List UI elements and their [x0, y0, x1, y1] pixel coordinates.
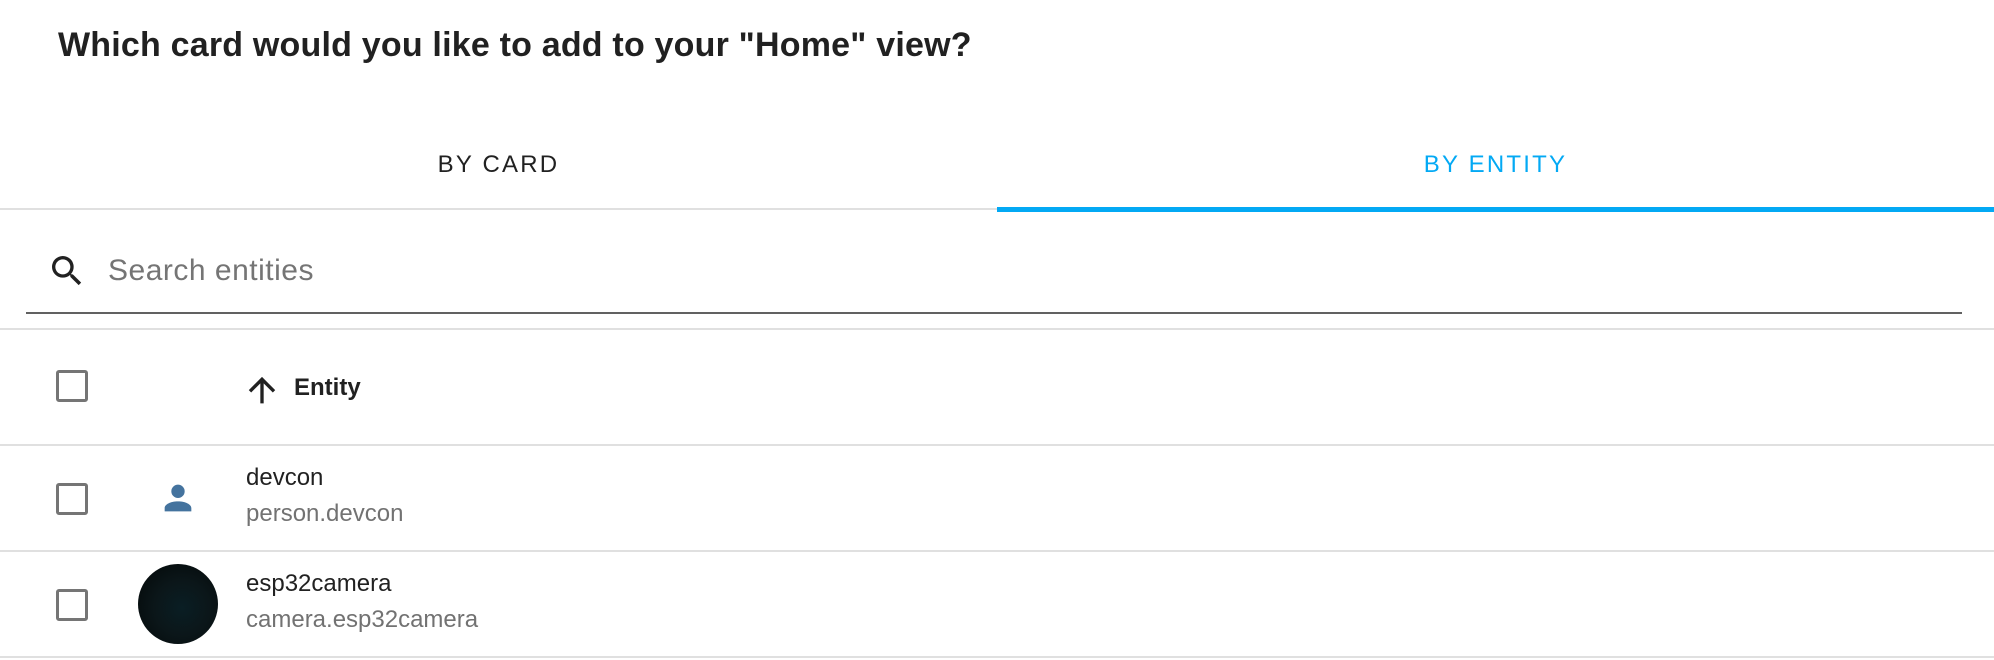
table-row[interactable]: devcon person.devcon: [0, 446, 1994, 552]
entity-table: Entity devcon person.devcon esp32camera …: [0, 328, 1994, 658]
table-header-row: Entity: [0, 330, 1994, 446]
search-icon: [46, 250, 88, 292]
active-tab-indicator: [997, 207, 1994, 212]
camera-snapshot-image: [138, 564, 218, 644]
entity-id: person.devcon: [246, 500, 404, 527]
entity-id: camera.esp32camera: [246, 606, 479, 633]
entity-name: devcon: [246, 464, 324, 491]
account-icon: [138, 458, 218, 538]
tab-by-card[interactable]: BY CARD: [0, 120, 997, 210]
select-all-checkbox[interactable]: [56, 370, 88, 402]
camera-snapshot-thumbnail: [138, 564, 218, 644]
row-checkbox[interactable]: [56, 483, 88, 515]
tab-by-card-label: BY CARD: [437, 151, 560, 178]
arrow-up-icon[interactable]: [242, 370, 282, 410]
tab-by-entity-label: BY ENTITY: [1423, 151, 1568, 178]
search-input[interactable]: [108, 241, 1962, 301]
column-header-entity[interactable]: Entity: [294, 374, 361, 402]
row-checkbox[interactable]: [56, 589, 88, 621]
entity-name: esp32camera: [246, 570, 392, 597]
tab-by-entity[interactable]: BY ENTITY: [997, 120, 1994, 212]
add-card-dialog: Which card would you like to add to your…: [0, 0, 1994, 660]
dialog-title: Which card would you like to add to your…: [58, 26, 972, 64]
tab-bar: BY CARD BY ENTITY: [0, 120, 1994, 212]
search-bar: [26, 230, 1962, 314]
table-row[interactable]: esp32camera camera.esp32camera: [0, 552, 1994, 658]
